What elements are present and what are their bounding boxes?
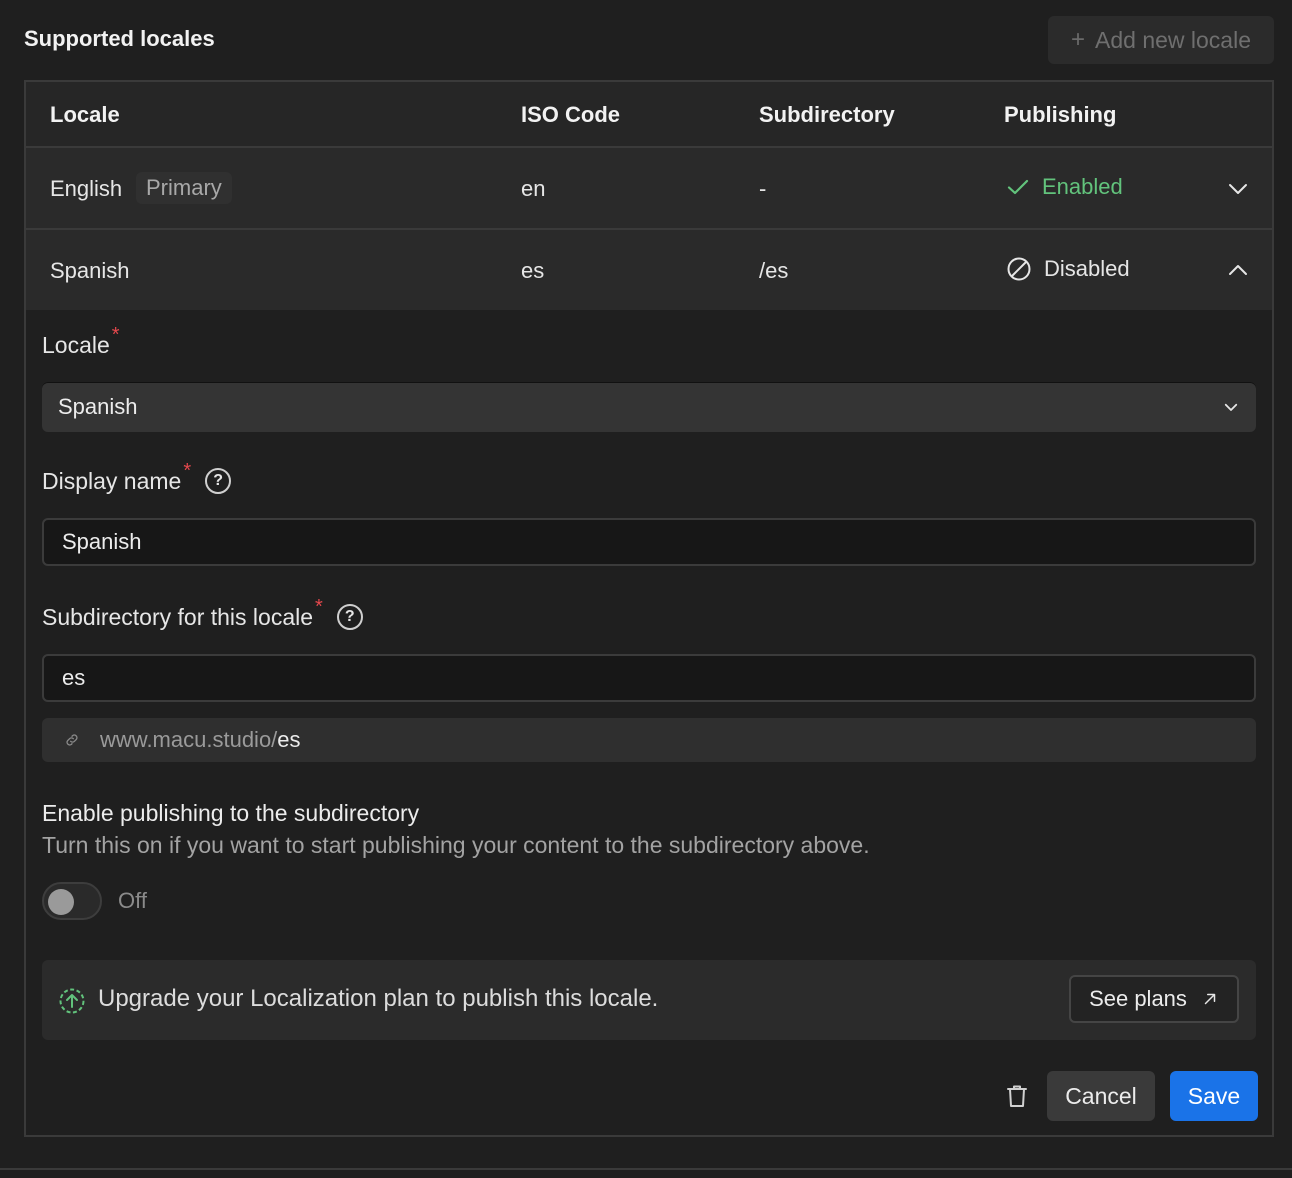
locale-name: Spanish xyxy=(50,258,130,283)
help-icon[interactable]: ? xyxy=(205,468,232,494)
disabled-circle-icon xyxy=(1007,257,1031,281)
publishing-status-label: Disabled xyxy=(1044,256,1130,281)
page-title: Supported locales xyxy=(24,26,215,51)
publishing-toggle[interactable] xyxy=(42,882,102,920)
chevron-down-icon[interactable] xyxy=(1226,177,1250,201)
save-button[interactable]: Save xyxy=(1170,1071,1258,1121)
upgrade-banner: Upgrade your Localization plan to publis… xyxy=(42,960,1256,1040)
required-mark: * xyxy=(315,596,323,618)
external-arrow-icon xyxy=(1204,993,1216,1005)
required-mark: * xyxy=(111,324,120,346)
supported-locales-page: Supported locales + Add new locale Local… xyxy=(0,0,1292,1178)
column-header-locale: Locale xyxy=(50,102,120,127)
check-icon xyxy=(1007,179,1029,195)
see-plans-button[interactable]: See plans xyxy=(1069,975,1239,1023)
iso-code: es xyxy=(521,258,545,283)
upgrade-arrow-icon xyxy=(59,988,85,1014)
subdirectory-field-label: Subdirectory for this locale * ? xyxy=(42,596,363,631)
table-header: Locale ISO Code Subdirectory Publishing xyxy=(26,82,1272,148)
link-icon xyxy=(66,734,78,746)
column-header-publishing: Publishing xyxy=(1004,102,1117,127)
publishing-status: Enabled xyxy=(1006,174,1123,200)
trash-icon[interactable] xyxy=(1004,1083,1030,1109)
display-name-label-text: Display name xyxy=(42,468,182,494)
locale-select-value: Spanish xyxy=(58,394,138,419)
table-row-spanish[interactable]: Spanish es /es Disabled xyxy=(26,230,1272,310)
table-row-english[interactable]: English Primary en - Enabled xyxy=(26,148,1272,230)
column-header-subdirectory: Subdirectory xyxy=(759,102,895,127)
display-name-input[interactable]: Spanish xyxy=(42,518,1256,566)
locale-name: English xyxy=(50,176,123,201)
chevron-up-icon[interactable] xyxy=(1226,258,1250,282)
cancel-button[interactable]: Cancel xyxy=(1047,1071,1155,1121)
add-new-locale-label: Add new locale xyxy=(1095,26,1251,53)
iso-code: en xyxy=(521,176,546,201)
plus-icon: + xyxy=(1070,26,1085,53)
chevron-down-icon xyxy=(1224,403,1238,411)
locale-select[interactable]: Spanish xyxy=(42,382,1256,432)
subdirectory-input[interactable]: es xyxy=(42,654,1256,702)
url-preview: www.macu.studio/es xyxy=(42,718,1256,762)
toggle-state-label: Off xyxy=(118,888,147,913)
publish-title: Enable publishing to the subdirectory xyxy=(42,800,420,826)
subdirectory: - xyxy=(759,176,767,201)
primary-badge: Primary xyxy=(136,172,232,204)
column-header-iso-code: ISO Code xyxy=(521,102,621,127)
locales-card: Locale ISO Code Subdirectory Publishing … xyxy=(24,80,1274,1137)
subdirectory: /es xyxy=(759,258,789,283)
divider xyxy=(0,1168,1292,1170)
publishing-status: Disabled xyxy=(1006,256,1130,282)
subdirectory-label-text: Subdirectory for this locale xyxy=(42,604,314,630)
locale-field-label: Locale * xyxy=(42,324,120,359)
add-new-locale-button[interactable]: + Add new locale xyxy=(1048,16,1274,64)
toggle-knob xyxy=(48,889,74,915)
publishing-status-label: Enabled xyxy=(1042,174,1123,199)
publish-description: Turn this on if you want to start publis… xyxy=(42,832,870,858)
display-name-field-label: Display name * ? xyxy=(42,460,232,495)
help-icon[interactable]: ? xyxy=(336,604,363,630)
upgrade-message: Upgrade your Localization plan to publis… xyxy=(98,985,659,1012)
url-host: www.macu.studio/ xyxy=(100,727,278,752)
required-mark: * xyxy=(183,460,192,482)
locale-label-text: Locale xyxy=(42,332,110,358)
url-path: es xyxy=(277,727,301,752)
see-plans-label: See plans xyxy=(1089,986,1187,1011)
